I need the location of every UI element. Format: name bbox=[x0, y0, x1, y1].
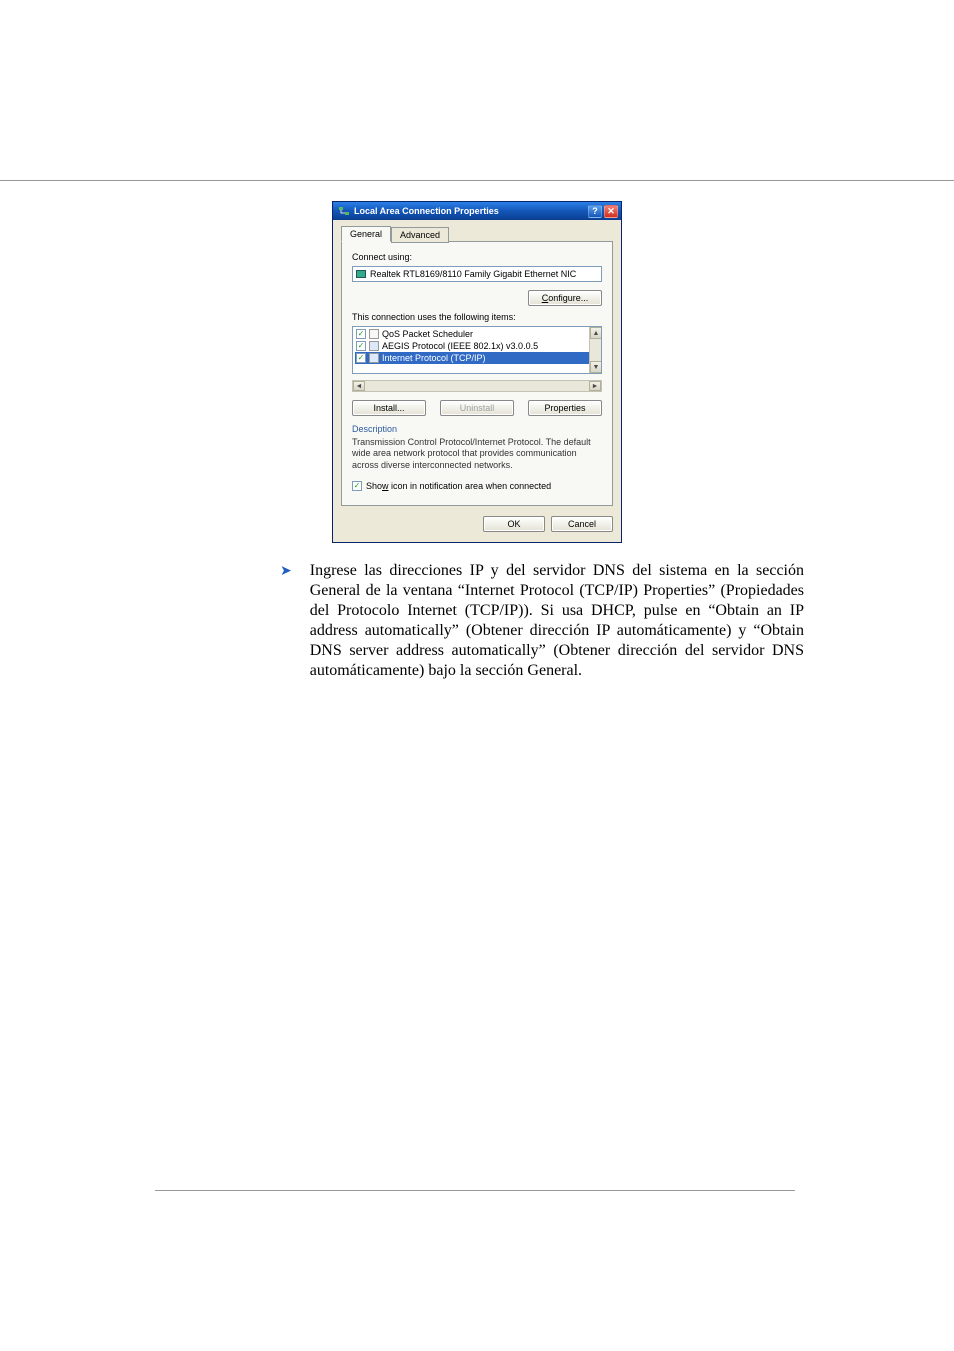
connect-using-label: Connect using: bbox=[352, 252, 602, 262]
configure-label: onfigure... bbox=[548, 293, 588, 303]
checkbox-aegis[interactable] bbox=[356, 341, 366, 351]
page-footer-rule bbox=[155, 1190, 795, 1191]
items-inner: QoS Packet Scheduler AEGIS Protocol (IEE… bbox=[353, 327, 601, 365]
list-item-aegis[interactable]: AEGIS Protocol (IEEE 802.1x) v3.0.0.5 bbox=[355, 340, 599, 352]
dialog-title: Local Area Connection Properties bbox=[354, 206, 499, 216]
item-label: Internet Protocol (TCP/IP) bbox=[382, 353, 486, 363]
tab-advanced[interactable]: Advanced bbox=[391, 227, 449, 243]
connection-icon bbox=[338, 205, 350, 217]
properties-button[interactable]: Properties bbox=[528, 400, 602, 416]
dialog-footer: OK Cancel bbox=[341, 516, 613, 532]
scroll-down-button[interactable]: ▼ bbox=[590, 361, 602, 373]
item-action-buttons: Install... Uninstall Properties bbox=[352, 400, 602, 416]
item-label: AEGIS Protocol (IEEE 802.1x) v3.0.0.5 bbox=[382, 341, 538, 351]
list-item-qos[interactable]: QoS Packet Scheduler bbox=[355, 328, 599, 340]
protocol-icon bbox=[369, 353, 379, 363]
scroll-up-button[interactable]: ▲ bbox=[590, 327, 602, 339]
configure-row: Configure... bbox=[352, 290, 602, 306]
titlebar-left: Local Area Connection Properties bbox=[338, 205, 499, 217]
dialog-body: General Advanced Connect using: Realtek … bbox=[333, 220, 621, 542]
instruction-row: ➤ Ingrese las direcciones IP y del servi… bbox=[0, 561, 954, 681]
items-label: This connection uses the following items… bbox=[352, 312, 602, 322]
connection-items-listbox[interactable]: QoS Packet Scheduler AEGIS Protocol (IEE… bbox=[352, 326, 602, 374]
horizontal-scrollbar[interactable]: ◄ ► bbox=[352, 380, 602, 392]
checkbox-tcpip[interactable] bbox=[356, 353, 366, 363]
bullet-icon: ➤ bbox=[280, 561, 292, 681]
tab-general[interactable]: General bbox=[341, 226, 391, 242]
item-label: QoS Packet Scheduler bbox=[382, 329, 473, 339]
vertical-scrollbar[interactable]: ▲ ▼ bbox=[589, 327, 601, 373]
uninstall-button: Uninstall bbox=[440, 400, 514, 416]
adapter-field: Realtek RTL8169/8110 Family Gigabit Ethe… bbox=[352, 266, 602, 282]
list-item-tcpip[interactable]: Internet Protocol (TCP/IP) bbox=[355, 352, 599, 364]
description-label: Description bbox=[352, 424, 602, 434]
ok-button[interactable]: OK bbox=[483, 516, 545, 532]
tab-strip: General Advanced bbox=[341, 226, 613, 242]
page-content: Local Area Connection Properties ? ✕ Gen… bbox=[0, 180, 954, 681]
titlebar-buttons: ? ✕ bbox=[588, 205, 618, 218]
configure-button[interactable]: Configure... bbox=[528, 290, 602, 306]
nic-icon bbox=[356, 270, 366, 278]
titlebar[interactable]: Local Area Connection Properties ? ✕ bbox=[333, 202, 621, 220]
checkbox-qos[interactable] bbox=[356, 329, 366, 339]
protocol-icon bbox=[369, 341, 379, 351]
show-icon-label: Show icon in notification area when conn… bbox=[366, 481, 551, 491]
scroll-right-button[interactable]: ► bbox=[589, 381, 601, 391]
connection-properties-dialog: Local Area Connection Properties ? ✕ Gen… bbox=[332, 201, 622, 543]
instruction-text: Ingrese las direcciones IP y del servido… bbox=[310, 561, 804, 681]
close-button[interactable]: ✕ bbox=[604, 205, 618, 218]
service-icon bbox=[369, 329, 379, 339]
show-icon-checkbox[interactable] bbox=[352, 481, 362, 491]
dialog-screenshot-container: Local Area Connection Properties ? ✕ Gen… bbox=[0, 201, 954, 543]
cancel-button[interactable]: Cancel bbox=[551, 516, 613, 532]
scroll-left-button[interactable]: ◄ bbox=[353, 381, 365, 391]
show-icon-row: Show icon in notification area when conn… bbox=[352, 481, 602, 491]
install-button[interactable]: Install... bbox=[352, 400, 426, 416]
description-text: Transmission Control Protocol/Internet P… bbox=[352, 437, 602, 471]
adapter-name: Realtek RTL8169/8110 Family Gigabit Ethe… bbox=[370, 269, 576, 279]
tab-panel-general: Connect using: Realtek RTL8169/8110 Fami… bbox=[341, 241, 613, 506]
help-button[interactable]: ? bbox=[588, 205, 602, 218]
